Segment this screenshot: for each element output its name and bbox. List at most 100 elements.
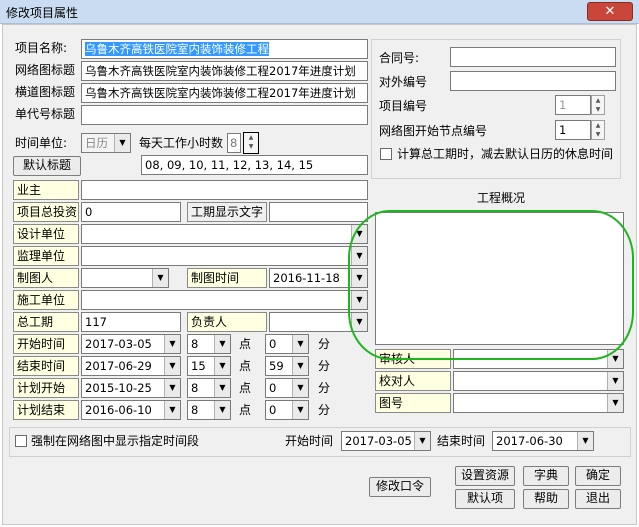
default-title-button[interactable]: 默认标题 [13,156,81,176]
external-code-input[interactable] [450,71,616,91]
network-title-input[interactable]: 乌鲁木齐高铁医院室内装饰装修工程2017年进度计划 [81,61,368,81]
total-duration-label: 总工期 [13,312,79,332]
end-date-select[interactable]: 2017-06-29 ▼ [81,356,181,376]
reviewer-select[interactable]: ▼ [453,349,624,369]
investment-input[interactable]: 0 [81,202,181,222]
change-password-button[interactable]: 修改口令 [369,477,431,497]
range-end-select[interactable]: 2017-06-30 ▼ [492,431,594,451]
chevron-down-icon: ▼ [351,313,367,331]
chevron-down-icon: ▼ [292,379,308,397]
plan-end-minute-select[interactable]: 0 ▼ [265,400,309,420]
help-button[interactable]: 帮助 [523,489,569,509]
minute-unit: 分 [318,337,331,351]
network-title-label: 网络图标题 [15,63,76,77]
spin-down-icon[interactable]: ▼ [592,130,604,139]
drawing-no-select[interactable]: ▼ [453,393,624,413]
daily-hours-input[interactable]: 8 [227,133,241,153]
project-code-label: 项目编号 [379,99,428,113]
drawing-no-label: 图号 [375,393,451,413]
project-code-input[interactable]: 1 [555,95,591,115]
plan-start-label: 计划开始 [13,378,79,398]
chevron-down-icon: ▼ [607,394,623,412]
reviewer-label: 审核人 [375,349,451,369]
investment-label: 项目总投资 [13,202,79,222]
overview-textarea[interactable] [375,212,624,345]
chevron-down-icon: ▼ [114,134,130,152]
chevron-down-icon: ▼ [607,372,623,390]
project-name-input[interactable]: 乌鲁木齐高铁医院室内装饰装修工程 [81,39,368,59]
chevron-down-icon: ▼ [164,379,180,397]
person-in-charge-select[interactable]: ▼ [269,312,368,332]
owner-input[interactable] [81,180,368,200]
person-in-charge-label: 负责人 [187,312,267,332]
dialog-client: 项目名称: 乌鲁木齐高铁医院室内装饰装修工程 网络图标题 乌鲁木齐高铁医院室内装… [2,24,637,525]
code-title-input[interactable] [81,105,368,125]
start-time-label: 开始时间 [13,334,79,354]
start-node-input[interactable]: 1 [555,120,591,140]
force-range-label: 强制在网络图中显示指定时间段 [31,434,200,448]
time-unit-select[interactable]: 日历 ▼ [81,133,131,153]
chevron-down-icon: ▼ [292,335,308,353]
default-item-button[interactable]: 默认项 [455,489,515,509]
set-resources-button[interactable]: 设置资源 [455,466,515,486]
plan-end-date-select[interactable]: 2016-06-10 ▼ [81,400,181,420]
drafter-select[interactable]: ▼ [81,268,169,288]
supervision-unit-select[interactable]: ▼ [81,246,368,266]
start-node-label: 网络图开始节点编号 [379,124,488,138]
dictionary-button[interactable]: 字典 [523,466,569,486]
project-code-spinner[interactable]: ▲ ▼ [591,95,605,115]
spin-down-icon[interactable]: ▼ [592,105,604,114]
window-title: 修改项目属性 [6,6,79,20]
spin-up-icon[interactable]: ▲ [592,121,604,130]
chevron-down-icon: ▼ [351,225,367,243]
total-duration-input[interactable]: 117 [81,312,181,332]
overview-title: 工程概况 [477,191,526,205]
plan-end-hour-select[interactable]: 8 ▼ [187,400,231,420]
chevron-down-icon: ▼ [214,335,230,353]
plan-start-minute-select[interactable]: 0 ▼ [265,378,309,398]
spin-down-icon[interactable]: ▼ [244,142,258,151]
range-start-select[interactable]: 2017-03-05 ▼ [341,431,431,451]
bar-title-input[interactable]: 乌鲁木齐高铁医院室内装饰装修工程2017年进度计划 [81,83,368,103]
end-minute-select[interactable]: 59 ▼ [265,356,309,376]
chevron-down-icon: ▼ [214,401,230,419]
daily-hours-spinner[interactable]: ▲ ▼ [243,132,259,154]
start-node-spinner[interactable]: ▲ ▼ [591,120,605,140]
duration-text-label: 工期显示文字 [187,202,267,222]
calc-duration-checkbox[interactable] [380,148,392,160]
construction-unit-select[interactable]: ▼ [81,290,368,310]
duration-text-input[interactable] [269,202,368,222]
minute-unit: 分 [318,403,331,417]
spin-up-icon[interactable]: ▲ [592,96,604,105]
close-button[interactable]: ✕ [587,2,633,21]
contract-input[interactable] [450,47,616,67]
drawing-time-select[interactable]: 2016-11-18 ▼ [269,268,368,288]
proofreader-select[interactable]: ▼ [453,371,624,391]
start-hour-select[interactable]: 8 ▼ [187,334,231,354]
design-unit-select[interactable]: ▼ [81,224,368,244]
start-date-select[interactable]: 2017-03-05 ▼ [81,334,181,354]
end-time-label: 结束时间 [13,356,79,376]
construction-unit-label: 施工单位 [13,290,79,310]
work-hours-input[interactable]: 08, 09, 10, 11, 12, 13, 14, 15 [141,155,368,175]
chevron-down-icon: ▼ [577,432,593,450]
external-code-label: 对外编号 [379,75,428,89]
spin-up-icon[interactable]: ▲ [244,133,258,142]
plan-start-hour-select[interactable]: 8 ▼ [187,378,231,398]
minute-unit: 分 [318,359,331,373]
ok-button[interactable]: 确定 [575,466,621,486]
start-minute-select[interactable]: 0 ▼ [265,334,309,354]
end-hour-select[interactable]: 15 ▼ [187,356,231,376]
hour-unit: 点 [239,337,252,351]
design-unit-label: 设计单位 [13,224,79,244]
exit-button[interactable]: 退出 [575,489,621,509]
chevron-down-icon: ▼ [164,401,180,419]
chevron-down-icon: ▼ [214,379,230,397]
chevron-down-icon: ▼ [351,269,367,287]
chevron-down-icon: ▼ [292,401,308,419]
project-name-label: 项目名称: [15,41,68,55]
force-range-checkbox[interactable] [15,435,27,447]
plan-start-date-select[interactable]: 2015-10-25 ▼ [81,378,181,398]
title-bar: 修改项目属性 ✕ [0,0,639,24]
hour-unit: 点 [239,359,252,373]
